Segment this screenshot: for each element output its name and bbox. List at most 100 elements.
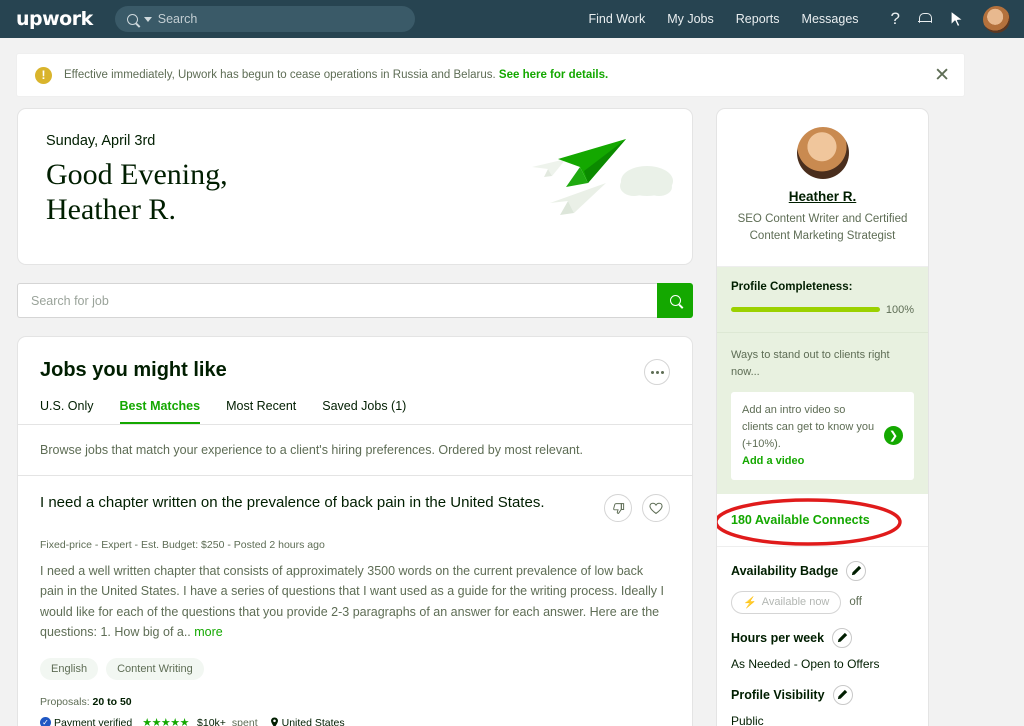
- pencil-icon: [837, 690, 848, 700]
- job-description: I need a well written chapter that consi…: [40, 561, 670, 642]
- availability-badge-label: Availability Badge: [731, 563, 839, 578]
- tab-most-recent[interactable]: Most Recent: [226, 399, 296, 424]
- job-tag[interactable]: English: [40, 658, 99, 680]
- tab-us-only[interactable]: U.S. Only: [40, 399, 94, 424]
- search-submit-button[interactable]: [657, 283, 693, 318]
- client-spent-amount: $10k+: [197, 716, 226, 726]
- edit-visibility-button[interactable]: [832, 684, 853, 705]
- jobs-card-header: Jobs you might like: [18, 337, 692, 385]
- nav-link-find-work[interactable]: Find Work: [588, 12, 645, 26]
- available-connects-link[interactable]: 180 Available Connects: [731, 513, 870, 527]
- available-connects: 180 Available Connects: [717, 494, 928, 547]
- search-icon: [669, 295, 681, 306]
- page-title: Jobs you might like: [40, 359, 227, 381]
- job-proposals: Proposals: 20 to 50: [40, 696, 670, 708]
- chevron-down-icon[interactable]: [143, 16, 152, 22]
- help-icon[interactable]: ?: [891, 9, 900, 29]
- notifications-bell-icon[interactable]: [918, 12, 932, 26]
- main-column: Sunday, April 3rd Good Evening, Heather …: [17, 108, 693, 726]
- alert-text: Effective immediately, Upwork has begun …: [64, 69, 608, 81]
- jobs-card: Jobs you might like U.S. Only Best Match…: [17, 336, 693, 726]
- nav-link-reports[interactable]: Reports: [736, 12, 780, 26]
- nav-link-messages[interactable]: Messages: [802, 12, 859, 26]
- client-spent-suffix: spent: [231, 716, 258, 726]
- avatar[interactable]: [983, 5, 1010, 33]
- dot: [660, 370, 664, 374]
- search-icon: [126, 13, 138, 25]
- hours-per-week-header: Hours per week: [731, 627, 914, 648]
- job-tag[interactable]: Content Writing: [106, 658, 204, 680]
- tab-saved-jobs[interactable]: Saved Jobs (1): [322, 399, 406, 424]
- page-body: Sunday, April 3rd Good Evening, Heather …: [0, 96, 1024, 726]
- sidebar: Heather R. SEO Content Writer and Certif…: [716, 108, 929, 726]
- profile-summary: Heather R. SEO Content Writer and Certif…: [717, 109, 928, 267]
- mouse-cursor-icon: [949, 10, 965, 28]
- job-client-info: ✓ Payment verified ★★★★★ $10k+ spent Uni…: [40, 716, 670, 726]
- more-options-button[interactable]: [644, 359, 670, 385]
- thumbs-down-icon: [612, 502, 624, 514]
- dot: [655, 370, 659, 374]
- payment-verified-label: Payment verified: [54, 716, 133, 726]
- available-now-pill[interactable]: ⚡ Available now: [731, 590, 842, 614]
- alert-details-link[interactable]: See here for details.: [499, 69, 608, 81]
- availability-state-row: ⚡ Available now off: [731, 590, 914, 614]
- job-title-link[interactable]: I need a chapter written on the prevalen…: [40, 494, 604, 511]
- progress-bar: [731, 307, 880, 312]
- avatar[interactable]: [796, 127, 849, 179]
- availability-off-label: off: [849, 596, 862, 609]
- job-action-buttons: [604, 494, 670, 522]
- profile-completeness: Profile Completeness: 100%: [717, 266, 928, 333]
- edit-availability-button[interactable]: [846, 560, 867, 581]
- intro-video-text: Add an intro video so clients can get to…: [742, 403, 875, 450]
- client-location-label: United States: [281, 716, 345, 726]
- client-rating-stars: ★★★★★: [142, 717, 190, 726]
- job-search-row: [17, 283, 693, 318]
- profile-completeness-bar-row: 100%: [731, 304, 914, 316]
- hours-per-week-row: Hours per week As Needed - Open to Offer…: [717, 614, 928, 671]
- profile-name-link[interactable]: Heather R.: [731, 189, 914, 204]
- job-tags: English Content Writing: [40, 658, 670, 680]
- global-search-box[interactable]: Search: [114, 6, 415, 32]
- proposals-label: Proposals:: [40, 696, 90, 708]
- intro-video-text-wrap: Add an intro video so clients can get to…: [742, 402, 876, 470]
- job-description-text: I need a well written chapter that consi…: [40, 564, 664, 639]
- availability-badge-header: Availability Badge: [731, 560, 914, 581]
- verified-check-icon: ✓: [40, 717, 51, 726]
- pencil-icon: [851, 566, 861, 576]
- dot: [650, 370, 654, 374]
- availability-badge-row: Availability Badge ⚡ Available now off: [717, 547, 928, 614]
- heart-icon: [649, 502, 663, 514]
- top-navbar: upwork Search Find Work My Jobs Reports …: [0, 0, 1024, 38]
- progress-percent: 100%: [885, 303, 914, 316]
- warning-icon: !: [35, 66, 52, 84]
- greeting-card: Sunday, April 3rd Good Evening, Heather …: [17, 108, 693, 265]
- nav-icon-group: ?: [891, 5, 1010, 33]
- job-more-link[interactable]: more: [194, 625, 222, 639]
- profile-visibility-value: Public: [731, 713, 764, 726]
- hours-per-week-value: As Needed - Open to Offers: [731, 656, 880, 671]
- sidebar-card: Heather R. SEO Content Writer and Certif…: [716, 108, 929, 726]
- payment-verified: ✓ Payment verified: [40, 717, 132, 726]
- thumbs-down-button[interactable]: [604, 494, 632, 522]
- nav-links: Find Work My Jobs Reports Messages: [588, 12, 858, 26]
- available-now-label: Available now: [761, 596, 830, 609]
- close-icon[interactable]: ✕: [934, 66, 950, 85]
- ways-to-stand-out: Ways to stand out to clients right now..…: [717, 332, 928, 494]
- pencil-icon: [837, 633, 847, 643]
- search-input[interactable]: [17, 283, 657, 318]
- profile-visibility-label: Profile Visibility: [731, 687, 825, 702]
- nav-link-my-jobs[interactable]: My Jobs: [667, 12, 714, 26]
- profile-role: SEO Content Writer and Certified Content…: [737, 213, 908, 243]
- save-job-button[interactable]: [642, 494, 670, 522]
- upwork-logo[interactable]: upwork: [16, 8, 93, 30]
- add-video-link[interactable]: Add a video: [742, 453, 876, 470]
- chevron-right-icon[interactable]: ❯: [884, 426, 903, 446]
- ways-heading: Ways to stand out to clients right now..…: [731, 348, 890, 379]
- browse-note: Browse jobs that match your experience t…: [18, 425, 692, 476]
- edit-hours-button[interactable]: [832, 627, 853, 648]
- profile-visibility-header: Profile Visibility: [731, 684, 914, 705]
- tab-best-matches[interactable]: Best Matches: [119, 399, 201, 424]
- job-list-item: I need a chapter written on the prevalen…: [18, 476, 692, 726]
- client-location: United States: [270, 717, 345, 726]
- jobs-tabs: U.S. Only Best Matches Most Recent Saved…: [18, 399, 692, 425]
